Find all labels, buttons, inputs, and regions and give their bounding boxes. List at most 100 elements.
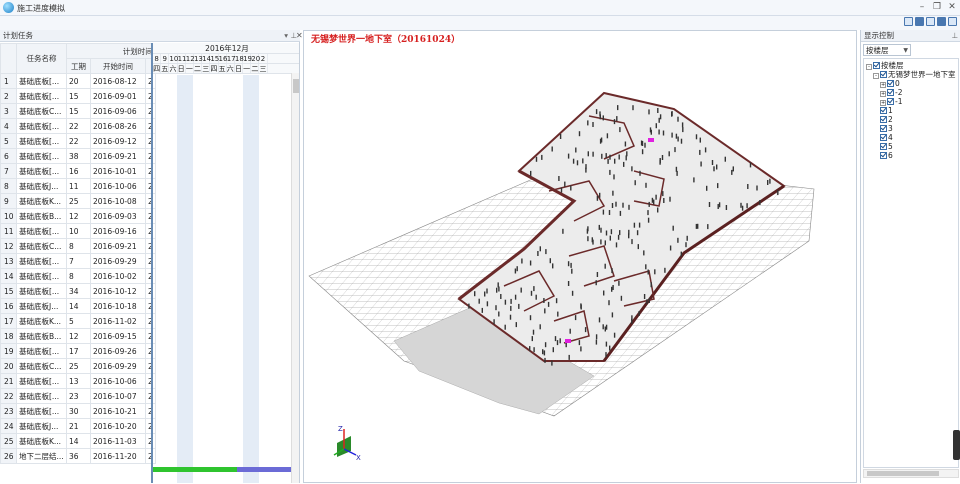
column (655, 194, 657, 200)
checkbox[interactable] (880, 116, 887, 123)
tree-item[interactable]: 3 (880, 124, 893, 133)
table-row[interactable]: 6 基础底板[... 38 2016-09-21 2 (0, 148, 156, 164)
table-row[interactable]: 3 基础底板C... 15 2016-09-06 2 (0, 103, 156, 119)
basement-3d-model[interactable]: Z X (304, 31, 856, 482)
column (717, 183, 719, 189)
table-row[interactable]: 19 基础底板[... 17 2016-09-26 2 (0, 343, 156, 359)
column (544, 308, 546, 314)
minimize-icon[interactable]: – (916, 2, 928, 12)
tree-item-label: 无锡梦世界一地下室 (888, 70, 956, 79)
row-number: 7 (0, 163, 17, 179)
checkbox[interactable] (887, 89, 894, 96)
table-row[interactable]: 11 基础底板[... 10 2016-09-16 2 (0, 223, 156, 239)
layout-icon[interactable] (915, 17, 924, 26)
table-row[interactable]: 1 基础底板[... 20 2016-08-12 2 (0, 73, 156, 89)
scroll-thumb[interactable] (293, 79, 299, 93)
panel-close-icon[interactable]: ✕ (296, 31, 303, 40)
table-row[interactable]: 22 基础底板[... 23 2016-10-07 2 (0, 388, 156, 404)
checkbox[interactable] (873, 62, 880, 69)
tree-item-label: 0 (895, 79, 900, 88)
dropdown-icon[interactable]: ▾ (284, 30, 288, 42)
table-row[interactable]: 26 地下二层结... 36 2016-11-20 2 (0, 448, 156, 464)
table-row[interactable]: 13 基础底板[... 7 2016-09-29 2 (0, 253, 156, 269)
task-name-cell: 基础底板[... (16, 268, 67, 284)
checkbox[interactable] (880, 71, 887, 78)
table-row[interactable]: 24 基础底板J... 21 2016-10-20 2 (0, 418, 156, 434)
layer-mode-select[interactable]: 按楼层 ▼ (863, 44, 911, 56)
checkbox[interactable] (880, 107, 887, 114)
table-row[interactable]: 21 基础底板[... 13 2016-10-06 2 (0, 373, 156, 389)
checkbox[interactable] (887, 80, 894, 87)
duration-cell: 34 (66, 283, 91, 299)
gantt-bar-planned[interactable] (237, 467, 293, 472)
column (658, 129, 660, 135)
start-time-header[interactable]: 开始时间 (90, 58, 146, 74)
tree-item[interactable]: +0 (880, 79, 900, 88)
table-row[interactable]: 16 基础底板J... 14 2016-10-18 2 (0, 298, 156, 314)
close-icon[interactable]: ✕ (946, 2, 958, 12)
scroll-thumb[interactable] (867, 471, 939, 476)
duration-cell: 11 (66, 178, 91, 194)
export-icon[interactable] (948, 17, 957, 26)
tree-item[interactable]: + -2 (880, 88, 902, 97)
tree-item[interactable]: 1 (880, 106, 893, 115)
table-row[interactable]: 8 基础底板J... 11 2016-10-06 2 (0, 178, 156, 194)
duration-header[interactable]: 工期 (66, 58, 91, 74)
view-icon[interactable] (904, 17, 913, 26)
gantt-day: 14 (202, 54, 212, 63)
column (658, 117, 660, 123)
table-row[interactable]: 18 基础底板B... 12 2016-09-15 2 (0, 328, 156, 344)
column (618, 154, 620, 160)
duration-cell: 12 (66, 208, 91, 224)
column (620, 295, 623, 301)
table-row[interactable]: 17 基础底板K... 5 2016-11-02 2 (0, 313, 156, 329)
grid-icon[interactable] (926, 17, 935, 26)
gantt-chart[interactable]: 2016年12月 8 9 10111213141516171819202 四五六日一… (151, 43, 299, 483)
column (674, 147, 676, 153)
table-row[interactable]: 25 基础底板K... 14 2016-11-03 2 (0, 433, 156, 449)
tree-item[interactable]: 2 (880, 115, 893, 124)
checkbox[interactable] (880, 143, 887, 150)
task-name-header[interactable]: 任务名称 (16, 43, 67, 74)
table-row[interactable]: 23 基础底板[... 30 2016-10-21 2 (0, 403, 156, 419)
tree-item[interactable]: 4 (880, 133, 893, 142)
restore-icon[interactable]: ❐ (931, 2, 943, 12)
expand-icon[interactable]: - (866, 64, 872, 70)
table-row[interactable]: 7 基础底板[... 16 2016-10-01 2 (0, 163, 156, 179)
table-row[interactable]: 2 基础底板[... 15 2016-09-01 2 (0, 88, 156, 104)
table-row[interactable]: 5 基础底板[... 22 2016-09-12 2 (0, 133, 156, 149)
checkbox[interactable] (880, 125, 887, 132)
expand-icon[interactable]: - (873, 73, 879, 79)
tree-item-label: 5 (888, 142, 893, 151)
side-tab[interactable] (953, 430, 960, 460)
tree-item[interactable]: + -1 (880, 97, 902, 106)
table-row[interactable]: 12 基础底板C... 8 2016-09-21 2 (0, 238, 156, 254)
settings-icon[interactable] (937, 17, 946, 26)
tree-item[interactable]: 5 (880, 142, 893, 151)
checkbox[interactable] (880, 134, 887, 141)
tree-scrollbar[interactable] (863, 469, 959, 478)
model-viewport[interactable]: 无锡梦世界一地下室（20161024） Z X (303, 30, 857, 483)
gantt-bar-done[interactable] (153, 467, 237, 472)
table-row[interactable]: 10 基础底板B... 12 2016-09-03 2 (0, 208, 156, 224)
table-row[interactable]: 4 基础底板[... 22 2016-08-26 2 (0, 118, 156, 134)
layer-tree: - 按楼层 - 无锡梦世界一地下室 +0 + -2 + -1 1 2 3 4 5 6 (863, 58, 959, 468)
table-row[interactable]: 20 基础底板C... 25 2016-09-29 2 (0, 358, 156, 374)
column (648, 297, 650, 303)
column (504, 324, 506, 330)
tree-item-label: 4 (888, 133, 893, 142)
task-scrollbar[interactable] (291, 73, 299, 483)
table-row[interactable]: 15 基础底板[... 34 2016-10-12 2 (0, 283, 156, 299)
table-row[interactable]: 14 基础底板[... 8 2016-10-02 2 (0, 268, 156, 284)
column (704, 147, 707, 153)
tree-item[interactable]: - 无锡梦世界一地下室 (873, 70, 956, 79)
checkbox[interactable] (887, 98, 894, 105)
task-table: 任务名称 计划时间 工期 开始时间 1 基础底板[... 20 2016-08-12 2… (0, 43, 156, 464)
tree-item[interactable]: 6 (880, 151, 893, 160)
table-row[interactable]: 9 基础底板K... 25 2016-10-08 2 (0, 193, 156, 209)
gantt-weekday: 五 (218, 64, 227, 73)
tree-item[interactable]: - 按楼层 (866, 61, 904, 70)
pin-icon[interactable]: ⊥ (951, 30, 958, 42)
checkbox[interactable] (880, 152, 887, 159)
tree-item-label: 2 (888, 115, 893, 124)
